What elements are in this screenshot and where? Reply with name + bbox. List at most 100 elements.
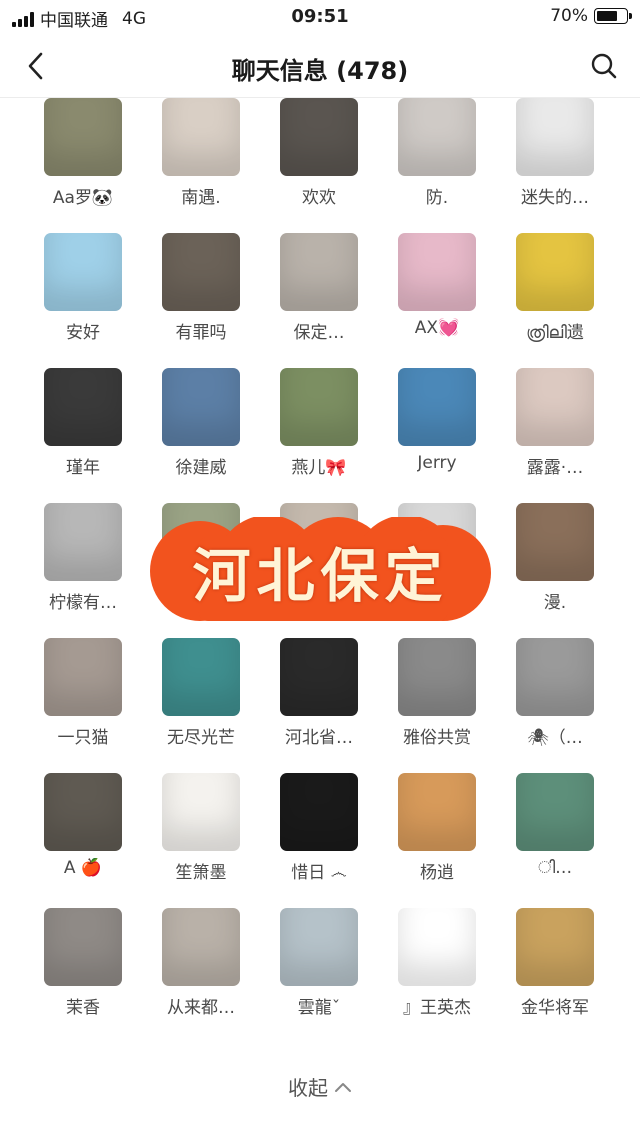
member-item[interactable]: 茉香 bbox=[24, 908, 142, 1043]
avatar bbox=[398, 908, 476, 986]
member-item[interactable]: AX💓 bbox=[378, 233, 496, 368]
member-item[interactable] bbox=[142, 503, 260, 638]
member-name: ി… bbox=[537, 858, 573, 878]
member-item[interactable]: 露露·… bbox=[496, 368, 614, 503]
member-item[interactable]: 雅俗共赏 bbox=[378, 638, 496, 773]
member-item[interactable]: 笙箫墨 bbox=[142, 773, 260, 908]
avatar bbox=[398, 98, 476, 176]
battery-icon bbox=[594, 8, 632, 24]
avatar bbox=[516, 233, 594, 311]
member-name: 柠檬有… bbox=[49, 593, 117, 613]
status-time: 09:51 bbox=[291, 6, 349, 27]
avatar bbox=[162, 368, 240, 446]
member-item[interactable]: 从来都… bbox=[142, 908, 260, 1043]
member-item[interactable]: 安好 bbox=[24, 233, 142, 368]
chevron-left-icon bbox=[28, 52, 43, 80]
member-name: 欢欢 bbox=[302, 188, 336, 208]
member-item[interactable] bbox=[378, 503, 496, 638]
member-name: A 🍎 bbox=[63, 858, 103, 878]
avatar bbox=[44, 638, 122, 716]
member-name: 燕儿🎀 bbox=[291, 458, 347, 478]
avatar bbox=[516, 773, 594, 851]
avatar bbox=[280, 233, 358, 311]
avatar bbox=[280, 773, 358, 851]
member-item[interactable]: 迷失的… bbox=[496, 98, 614, 233]
avatar bbox=[44, 503, 122, 581]
avatar bbox=[162, 773, 240, 851]
avatar bbox=[398, 233, 476, 311]
avatar bbox=[162, 233, 240, 311]
member-name: 惜日 ෴ bbox=[291, 863, 347, 883]
member-item[interactable]: 🕷（… bbox=[496, 638, 614, 773]
member-item[interactable]: 燕儿🎀 bbox=[260, 368, 378, 503]
member-name: 河北省… bbox=[285, 728, 353, 748]
avatar bbox=[280, 98, 358, 176]
member-name: 无尽光芒 bbox=[167, 728, 235, 748]
battery-fill bbox=[597, 11, 617, 21]
member-item[interactable]: 一只猫 bbox=[24, 638, 142, 773]
member-name: 徐建威 bbox=[175, 458, 227, 478]
member-name: 迷失的… bbox=[521, 188, 589, 208]
member-name: 雲龍ˇ bbox=[297, 998, 341, 1018]
avatar bbox=[280, 638, 358, 716]
nav-bar: 聊天信息 (478) bbox=[0, 34, 640, 98]
member-name: 杨逍 bbox=[420, 863, 454, 883]
member-item[interactable] bbox=[260, 503, 378, 638]
battery-percent: 70% bbox=[550, 6, 588, 26]
avatar bbox=[44, 233, 122, 311]
member-item[interactable]: A 🍎 bbox=[24, 773, 142, 908]
member-item[interactable]: 欢欢 bbox=[260, 98, 378, 233]
member-item[interactable]: Aa罗🐼 bbox=[24, 98, 142, 233]
avatar bbox=[398, 773, 476, 851]
avatar bbox=[162, 503, 240, 581]
member-name: 安好 bbox=[66, 323, 100, 343]
avatar bbox=[280, 908, 358, 986]
member-item[interactable]: 金华将军 bbox=[496, 908, 614, 1043]
member-item[interactable]: 雲龍ˇ bbox=[260, 908, 378, 1043]
member-item[interactable]: 漫. bbox=[496, 503, 614, 638]
member-item[interactable]: 有罪吗 bbox=[142, 233, 260, 368]
avatar bbox=[162, 98, 240, 176]
member-name: 雅俗共赏 bbox=[403, 728, 471, 748]
avatar bbox=[280, 503, 358, 581]
member-name: 露露·… bbox=[526, 458, 584, 478]
member-item[interactable]: 河北省… bbox=[260, 638, 378, 773]
avatar bbox=[162, 908, 240, 986]
member-item[interactable]: ി… bbox=[496, 773, 614, 908]
member-item[interactable]: 瑾年 bbox=[24, 368, 142, 503]
avatar bbox=[516, 368, 594, 446]
member-item[interactable]: 惜日 ෴ bbox=[260, 773, 378, 908]
member-item[interactable]: 南遇. bbox=[142, 98, 260, 233]
member-item[interactable]: Jerry bbox=[378, 368, 496, 503]
member-name: 一只猫 bbox=[57, 728, 109, 748]
back-button[interactable] bbox=[18, 48, 54, 84]
avatar bbox=[44, 368, 122, 446]
avatar bbox=[280, 368, 358, 446]
search-icon bbox=[591, 53, 617, 79]
member-item[interactable]: 徐建威 bbox=[142, 368, 260, 503]
avatar bbox=[516, 98, 594, 176]
member-item[interactable]: 保定… bbox=[260, 233, 378, 368]
member-grid: Aa罗🐼 南遇. 欢欢 防. 迷失的… 安好 有罪吗 保定… AX💓 ത്രിലി遗瑾年 徐建威 燕儿… bbox=[24, 98, 616, 1043]
member-name: 金华将军 bbox=[521, 998, 589, 1018]
search-button[interactable] bbox=[586, 48, 622, 84]
avatar bbox=[516, 908, 594, 986]
member-item[interactable]: ത്രിലി遗 bbox=[496, 233, 614, 368]
member-item[interactable]: 杨逍 bbox=[378, 773, 496, 908]
member-name: 🕷（… bbox=[527, 728, 583, 748]
member-name: 瑾年 bbox=[66, 458, 100, 478]
member-name: 从来都… bbox=[167, 998, 235, 1018]
collapse-button[interactable]: 收起 bbox=[0, 1072, 640, 1101]
avatar bbox=[44, 773, 122, 851]
page-title: 聊天信息 (478) bbox=[231, 57, 409, 85]
member-name: ത്രിലി遗 bbox=[526, 323, 584, 343]
member-item[interactable]: 』王英杰 bbox=[378, 908, 496, 1043]
member-item[interactable]: 防. bbox=[378, 98, 496, 233]
member-item[interactable]: 柠檬有… bbox=[24, 503, 142, 638]
chevron-up-icon bbox=[335, 1082, 351, 1092]
member-item[interactable]: 无尽光芒 bbox=[142, 638, 260, 773]
avatar bbox=[516, 638, 594, 716]
member-name: Aa罗🐼 bbox=[52, 188, 114, 208]
member-name: 茉香 bbox=[66, 998, 100, 1018]
avatar bbox=[162, 638, 240, 716]
